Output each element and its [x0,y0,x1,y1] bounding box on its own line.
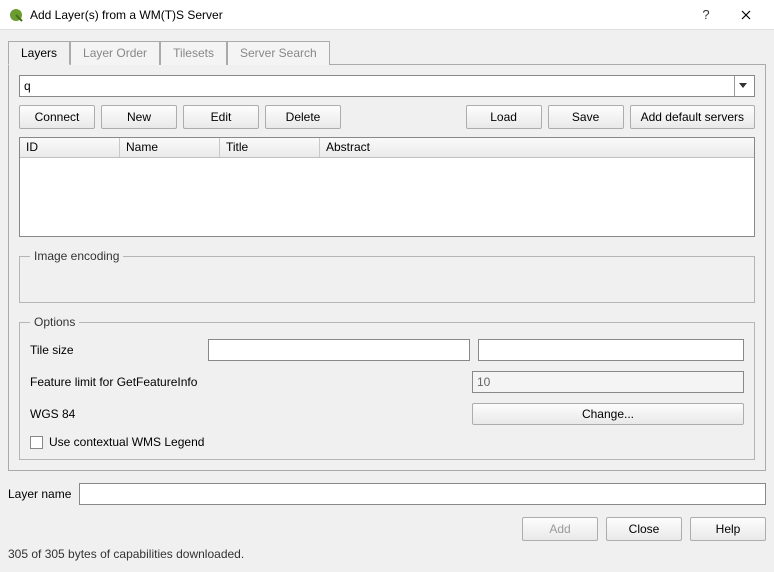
dialog-button-row: Add Close Help [0,505,774,547]
server-select-value: q [24,79,734,93]
layer-name-row: Layer name [8,483,766,505]
layers-table[interactable]: ID Name Title Abstract [19,137,755,237]
col-header-id[interactable]: ID [20,138,120,157]
delete-button[interactable]: Delete [265,105,341,129]
tile-size-label: Tile size [30,343,200,357]
layer-name-label: Layer name [8,487,71,501]
chevron-down-icon [734,76,750,96]
feature-limit-input[interactable] [472,371,744,393]
new-button[interactable]: New [101,105,177,129]
tab-bar: Layers Layer Order Tilesets Server Searc… [8,40,766,64]
tile-size-height-input[interactable] [478,339,744,361]
tile-size-row: Tile size [30,339,744,361]
titlebar: Add Layer(s) from a WM(T)S Server ? [0,0,774,30]
tab-server-search[interactable]: Server Search [227,41,330,65]
help-button[interactable]: ? [686,0,726,30]
feature-limit-row: Feature limit for GetFeatureInfo [30,371,744,393]
save-button[interactable]: Save [548,105,624,129]
col-header-title[interactable]: Title [220,138,320,157]
contextual-legend-row: Use contextual WMS Legend [30,435,744,449]
close-window-button[interactable] [726,0,766,30]
crs-row: WGS 84 Change... [30,403,744,425]
options-group: Options Tile size Feature limit for GetF… [19,315,755,460]
contextual-legend-checkbox[interactable] [30,436,43,449]
connect-button[interactable]: Connect [19,105,95,129]
tab-layers[interactable]: Layers [8,41,70,65]
dialog-help-button[interactable]: Help [690,517,766,541]
layers-table-header: ID Name Title Abstract [20,138,754,158]
qgis-icon [8,7,24,23]
tile-size-width-input[interactable] [208,339,470,361]
close-button[interactable]: Close [606,517,682,541]
server-select[interactable]: q [19,75,755,97]
add-default-servers-button[interactable]: Add default servers [630,105,755,129]
change-crs-button[interactable]: Change... [472,403,744,425]
load-button[interactable]: Load [466,105,542,129]
status-bar: 305 of 305 bytes of capabilities downloa… [0,547,774,567]
edit-button[interactable]: Edit [183,105,259,129]
layer-name-input[interactable] [79,483,766,505]
tab-layer-order[interactable]: Layer Order [70,41,160,65]
add-button[interactable]: Add [522,517,598,541]
col-header-abstract[interactable]: Abstract [320,138,754,157]
crs-label: WGS 84 [30,407,464,421]
options-legend: Options [30,315,79,329]
image-encoding-legend: Image encoding [30,249,123,263]
col-header-name[interactable]: Name [120,138,220,157]
image-encoding-group: Image encoding [19,249,755,303]
server-button-row: Connect New Edit Delete Load Save Add de… [19,105,755,129]
feature-limit-label: Feature limit for GetFeatureInfo [30,375,464,389]
contextual-legend-label: Use contextual WMS Legend [49,435,204,449]
dialog-content: Layers Layer Order Tilesets Server Searc… [0,30,774,471]
tab-panel-layers: q Connect New Edit Delete Load Save Add … [8,64,766,471]
window-title: Add Layer(s) from a WM(T)S Server [30,8,686,22]
tab-tilesets[interactable]: Tilesets [160,41,227,65]
